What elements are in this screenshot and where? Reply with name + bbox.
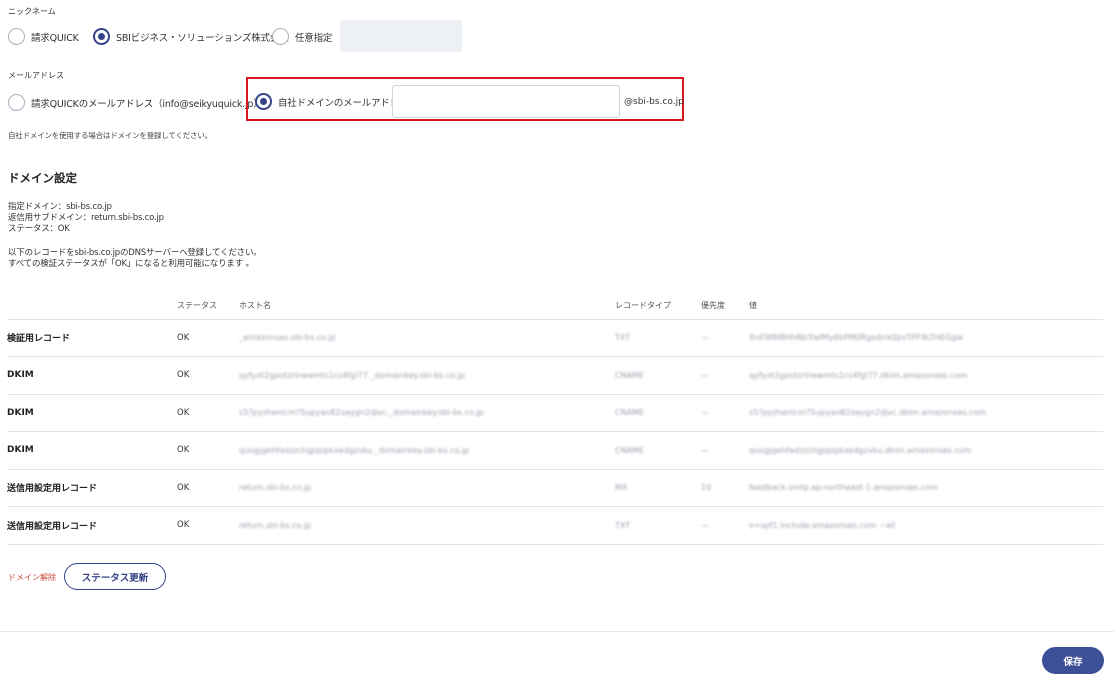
table-row: DKIM OK qyfyxt2gpotzrlnewmts1cs4fgl77._d… [7, 356, 1103, 395]
email-option-custom-label: 自社ドメインのメールアドレス [278, 97, 409, 109]
record-name: 検証用レコード [7, 319, 177, 357]
column-header-value: 値 [749, 292, 1103, 320]
record-name: 送信用設定用レコード [7, 506, 177, 545]
record-host: qyfyxt2gpotzrlnewmts1cs4fgl77._domainkey… [239, 356, 615, 395]
nickname-option-label: 任意指定 [295, 32, 333, 44]
record-type: TXT [615, 319, 701, 357]
radio-button[interactable] [272, 28, 289, 45]
record-status: OK [177, 506, 239, 545]
update-status-button[interactable]: ステータス更新 [64, 563, 166, 590]
table-header-row: ステータス ホスト名 レコードタイプ 優先度 値 [7, 292, 1103, 320]
column-header-record [7, 292, 177, 320]
column-header-host: ホスト名 [239, 292, 615, 320]
record-host: s5?pyzhenlcm?5upyan82oaygn2djvc._domaink… [239, 394, 615, 432]
nickname-option-label: 請求QUICK [31, 32, 79, 44]
record-priority: — [701, 356, 749, 395]
record-value: s5?pyzhenlcm?5upyan82oaygn2djvc.dkim.ama… [749, 394, 1103, 432]
nickname-option-company[interactable]: SBIビジネス・ソリューションズ株式会社 [93, 28, 289, 45]
record-type: CNAME [615, 356, 701, 395]
column-header-status: ステータス [177, 292, 239, 320]
radio-button-checked[interactable] [93, 28, 110, 45]
table-row: 送信用設定用レコード OK return.sbi-bs.co.jp TXT — … [7, 506, 1103, 545]
record-name: 送信用設定用レコード [7, 469, 177, 507]
record-status: OK [177, 319, 239, 357]
radio-button[interactable] [8, 28, 25, 45]
email-domain-suffix: @sbi-bs.co.jp [624, 97, 684, 107]
domain-info-line: ステータス：OK [8, 224, 70, 234]
column-header-priority: 優先度 [701, 292, 749, 320]
email-section-label: メールアドレス [8, 71, 64, 80]
table-row: DKIM OK s5?pyzhenlcm?5upyan82oaygn2djvc.… [7, 394, 1103, 432]
record-host: quogjgehfadzzchgjqopkxedgzvku._domainkey… [239, 431, 615, 470]
record-type: CNAME [615, 431, 701, 470]
email-domain-note: 自社ドメインを使用する場合はドメインを登録してください。 [8, 131, 212, 140]
nickname-option-seikyu-quick[interactable]: 請求QUICK [8, 28, 79, 45]
record-priority: — [701, 431, 749, 470]
record-value: v=spf1 include:amazonses.com ~all [749, 506, 1103, 545]
nickname-custom-input[interactable] [340, 20, 462, 52]
record-status: OK [177, 394, 239, 432]
domain-instructions: 以下のレコードをsbi-bs.co.jpのDNSサーバーへ登録してください。 す… [8, 248, 262, 270]
remove-domain-link[interactable]: ドメイン解除 [8, 572, 56, 583]
domain-info: 指定ドメイン：sbi-bs.co.jp 返信用サブドメイン：return.sbi… [8, 202, 164, 235]
email-local-part-input[interactable] [392, 85, 620, 118]
instruction-line: 以下のレコードをsbi-bs.co.jpのDNSサーバーへ登録してください。 [8, 248, 262, 258]
table-row: DKIM OK quogjgehfadzzchgjqopkxedgzvku._d… [7, 431, 1103, 470]
radio-button[interactable] [8, 94, 25, 111]
record-host: return.sbi-bs.co.jp [239, 506, 615, 545]
table-row: 検証用レコード OK _amazonses.sbi-bs.co.jp TXT —… [7, 319, 1103, 357]
email-option-default-label: 請求QUICKのメールアドレス（info@seikyuquick.jp） [31, 98, 263, 110]
record-name: DKIM [7, 356, 177, 395]
radio-button-checked[interactable] [255, 93, 272, 110]
footer-divider [0, 631, 1114, 632]
nickname-option-label: SBIビジネス・ソリューションズ株式会社 [116, 32, 289, 44]
email-option-custom-domain[interactable]: 自社ドメインのメールアドレス [255, 93, 408, 110]
record-host: _amazonses.sbi-bs.co.jp [239, 319, 615, 357]
record-type: CNAME [615, 394, 701, 432]
save-button[interactable]: 保存 [1042, 647, 1104, 674]
record-value: qyfyxt2gpotzrlnewmts1cs4fgl77.dkim.amazo… [749, 356, 1103, 395]
record-priority: — [701, 394, 749, 432]
dns-records-table: ステータス ホスト名 レコードタイプ 優先度 値 検証用レコード OK _ama… [7, 292, 1103, 545]
instruction-line: すべての検証ステータスが「OK」になると利用可能になります 。 [8, 259, 254, 269]
record-priority: — [701, 319, 749, 357]
record-value: XnEW8lBHhNbTrefMy6bPM0Rgsdrrk0pvTPF9LTHE… [749, 319, 1103, 357]
record-status: OK [177, 431, 239, 470]
record-priority: — [701, 506, 749, 545]
record-name: DKIM [7, 431, 177, 470]
record-priority: 10 [701, 469, 749, 507]
nickname-section-label: ニックネーム [8, 7, 56, 16]
email-option-default[interactable]: 請求QUICKのメールアドレス（info@seikyuquick.jp） [8, 94, 263, 111]
record-value: feedback-smtp.ap-northeast-1.amazonses.c… [749, 469, 1103, 507]
record-status: OK [177, 356, 239, 395]
domain-info-line: 指定ドメイン：sbi-bs.co.jp [8, 202, 112, 212]
record-host: return.sbi-bs.co.jp [239, 469, 615, 507]
record-name: DKIM [7, 394, 177, 432]
domain-settings-heading: ドメイン設定 [8, 171, 77, 185]
table-row: 送信用設定用レコード OK return.sbi-bs.co.jp MX 10 … [7, 469, 1103, 507]
domain-info-line: 返信用サブドメイン：return.sbi-bs.co.jp [8, 213, 164, 223]
record-type: MX [615, 469, 701, 507]
nickname-option-custom[interactable]: 任意指定 [272, 28, 332, 45]
column-header-type: レコードタイプ [615, 292, 701, 320]
record-value: quogjgehfadzzchgjqopkxedgzvku.dkim.amazo… [749, 431, 1103, 470]
record-type: TXT [615, 506, 701, 545]
record-status: OK [177, 469, 239, 507]
